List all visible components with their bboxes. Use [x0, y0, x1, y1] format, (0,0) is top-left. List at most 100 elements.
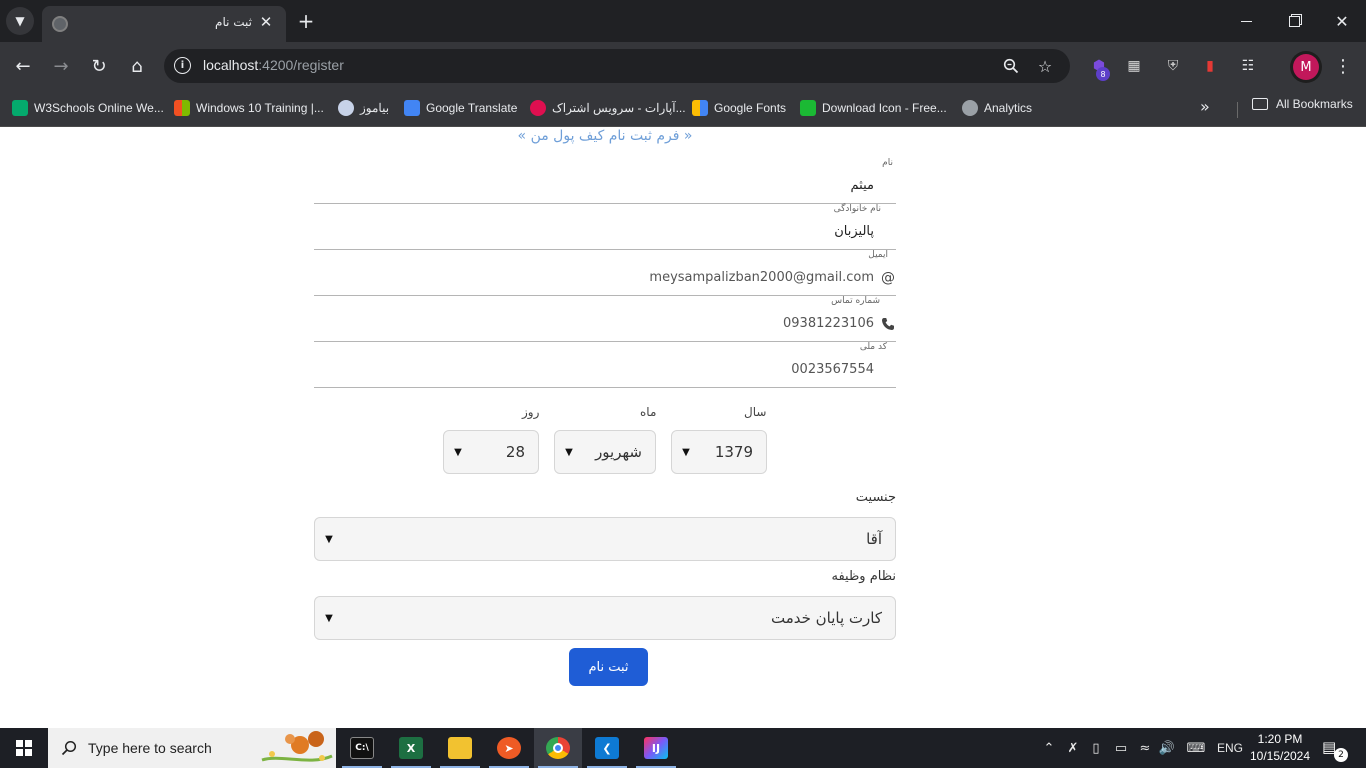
phone-field[interactable]: شماره تماس 09381223106 [314, 296, 896, 342]
bookmark-label: Google Fonts [714, 101, 787, 115]
month-select[interactable]: شهریور ▼ [554, 430, 656, 474]
email-label: ایمیل [868, 250, 888, 260]
first-name-label: نام [882, 158, 893, 168]
system-clock[interactable]: 1:20 PM 10/15/2024 [1248, 731, 1312, 765]
network-disabled-icon[interactable]: ✗ [1064, 728, 1082, 768]
bookmark-windows-training[interactable]: Windows 10 Training |... [174, 97, 324, 119]
url-host: localhost [203, 57, 259, 73]
browser-menu-icon[interactable]: ⋮ [1333, 55, 1353, 77]
keyboard-icon[interactable]: ⌨ [1184, 728, 1208, 768]
email-field[interactable]: ایمیل @ meysampalizban2000@gmail.com [314, 250, 896, 296]
first-name-field[interactable]: نام میثم [314, 158, 896, 204]
chevron-down-icon: ▼ [325, 612, 333, 624]
first-name-value[interactable]: میثم [851, 178, 874, 193]
tray-overflow-icon[interactable]: ⌃ [1040, 728, 1058, 768]
input-language[interactable]: ENG [1214, 728, 1246, 768]
biamooz-icon [338, 100, 354, 116]
gender-label: جنسیت [855, 490, 896, 505]
aparat-icon [530, 100, 546, 116]
window-restore-button[interactable] [1270, 0, 1318, 42]
extensions-puzzle-icon[interactable]: ☷ [1237, 55, 1259, 77]
bookmark-google-translate[interactable]: Google Translate [404, 97, 517, 119]
phone-label: شماره تماس [831, 296, 880, 306]
search-highlight-squirrel-icon [261, 731, 333, 762]
taskbar-postman[interactable]: ➤ [485, 728, 533, 768]
new-tab-button[interactable]: + [294, 9, 318, 33]
forward-button[interactable]: → [47, 52, 75, 80]
address-bar[interactable]: i localhost:4200/register ☆ [164, 49, 1070, 83]
chevron-down-icon: ▼ [682, 446, 690, 458]
vscode-icon: ❮ [595, 737, 619, 759]
tab-favicon-icon [52, 16, 68, 32]
zoom-icon[interactable] [1000, 55, 1022, 77]
battery-icon[interactable]: ▭ [1112, 728, 1130, 768]
email-value[interactable]: meysampalizban2000@gmail.com [649, 270, 874, 285]
reload-button[interactable]: ↻ [85, 52, 113, 80]
taskbar-intellij[interactable]: IJ [632, 728, 680, 768]
bookmark-analytics[interactable]: Analytics [962, 97, 1032, 119]
url-text[interactable]: localhost:4200/register [203, 57, 344, 73]
window-minimize-button[interactable] [1222, 0, 1270, 42]
national-code-label: کد ملی [859, 342, 887, 352]
taskbar-vscode[interactable]: ❮ [583, 728, 631, 768]
year-label: سال [744, 405, 767, 419]
day-select[interactable]: 28 ▼ [443, 430, 539, 474]
usb-device-icon[interactable]: ▯ [1088, 728, 1104, 768]
tab-close-icon[interactable]: ✕ [256, 12, 276, 32]
extension-document-icon[interactable]: ▦ [1123, 55, 1145, 77]
military-service-select[interactable]: کارت پایان خدمت ▼ [314, 596, 896, 640]
start-button[interactable] [0, 728, 48, 768]
spreadsheet-icon: X [399, 737, 423, 759]
all-bookmarks-button[interactable]: All Bookmarks [1252, 97, 1353, 111]
taskbar-terminal[interactable]: C:\ [338, 728, 386, 768]
bookmark-download-icon[interactable]: Download Icon - Free... [800, 97, 947, 119]
day-label: روز [522, 405, 540, 419]
folder-icon [448, 737, 472, 759]
extension-shield-icon[interactable]: ⛨ [1162, 55, 1184, 77]
register-page: « فرم ثبت نام کیف پول من » نام میثم نام … [0, 127, 1366, 728]
taskbar-excel[interactable]: X [387, 728, 435, 768]
at-sign-icon: @ [881, 270, 895, 286]
window-close-button[interactable]: ✕ [1318, 0, 1366, 42]
extension-badge: 8 [1096, 67, 1110, 81]
bookmarks-overflow-icon[interactable]: » [1200, 97, 1210, 116]
profile-avatar[interactable]: M [1293, 54, 1319, 80]
bookmark-label: Windows 10 Training |... [196, 101, 324, 115]
browser-tab-active[interactable]: ثبت نام ✕ [42, 6, 286, 42]
bookmark-label: بیاموز [360, 101, 390, 115]
bookmark-label: Download Icon - Free... [822, 101, 947, 115]
month-label: ماه [640, 405, 657, 419]
home-button[interactable]: ⌂ [123, 52, 151, 80]
form-title: « فرم ثبت نام کیف پول من » [517, 128, 693, 144]
site-info-icon[interactable]: i [174, 57, 191, 74]
national-code-value[interactable]: 0023567554 [791, 362, 874, 377]
taskbar-file-explorer[interactable] [436, 728, 484, 768]
tab-search-button[interactable]: ▼ [6, 7, 34, 35]
taskbar-chrome[interactable] [534, 728, 582, 768]
browser-toolbar: ← → ↻ ⌂ i localhost:4200/register ☆ ⬢ 8 … [0, 42, 1366, 90]
bookmark-star-icon[interactable]: ☆ [1034, 55, 1056, 77]
bookmark-google-fonts[interactable]: Google Fonts [692, 97, 786, 119]
volume-icon[interactable]: 🔊 [1158, 728, 1176, 768]
bookmark-aparat[interactable]: آپارات - سرویس اشتراک... [530, 97, 686, 119]
back-button[interactable]: ← [9, 52, 37, 80]
bookmark-biamooz[interactable]: بیاموز [338, 97, 389, 119]
phone-icon [880, 315, 896, 333]
clock-date: 10/15/2024 [1249, 749, 1311, 763]
last-name-field[interactable]: نام خانوادگی پالیزبان [314, 204, 896, 250]
bookmarks-bar: W3Schools Online We... Windows 10 Traini… [0, 90, 1366, 127]
bookmarks-divider [1237, 102, 1238, 118]
gender-select[interactable]: آقا ▼ [314, 517, 896, 561]
year-select[interactable]: 1379 ▼ [671, 430, 767, 474]
taskbar-search-box[interactable]: Type here to search [48, 728, 336, 768]
bookmark-w3schools[interactable]: W3Schools Online We... [12, 97, 164, 119]
wifi-icon[interactable]: ≈ [1136, 728, 1154, 768]
chevron-down-icon: ▼ [325, 533, 333, 545]
day-value: 28 [505, 443, 525, 461]
phone-value[interactable]: 09381223106 [783, 316, 874, 331]
last-name-value[interactable]: پالیزبان [834, 224, 874, 239]
register-submit-button[interactable]: ثبت نام [569, 648, 648, 686]
extension-pdf-icon[interactable]: ▮ [1199, 55, 1221, 77]
national-code-field[interactable]: کد ملی 0023567554 [314, 342, 896, 388]
windows-logo-icon [16, 740, 32, 756]
